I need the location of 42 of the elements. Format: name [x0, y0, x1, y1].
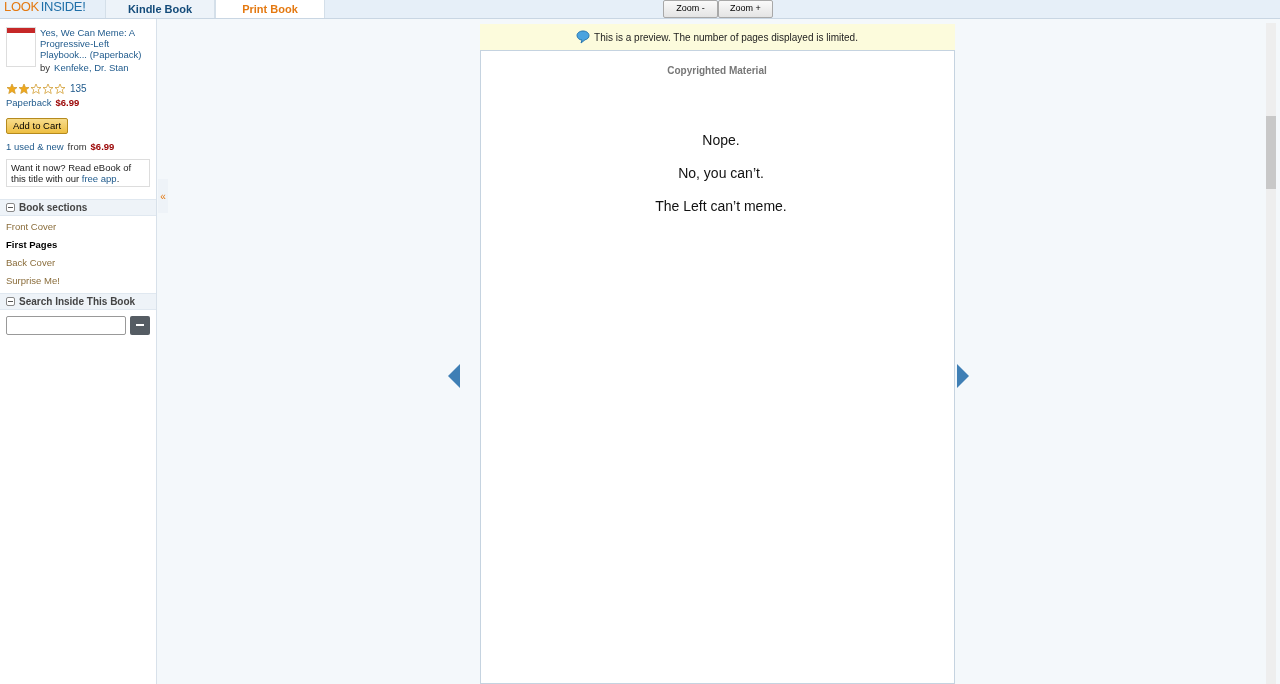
page-header: Copyrighted Material — [667, 64, 767, 78]
preview-notice: This is a preview. The number of pages displayed is limited. — [594, 30, 858, 45]
page-text-line: No, you can’t. — [678, 164, 764, 183]
speech-bubble-icon — [576, 30, 591, 44]
tab[interactable]: Kindle Book — [105, 0, 215, 18]
section-link[interactable]: Surprise Me! — [6, 274, 150, 289]
book-title-link[interactable]: Yes, We Can Meme: A Progressive-Left Playbook... (Paperback) — [40, 27, 150, 60]
free-app-link[interactable]: free app — [81, 172, 117, 184]
collapse-icon[interactable] — [6, 202, 15, 212]
section-link[interactable]: First Pages — [6, 237, 150, 252]
price: $6.99 — [55, 96, 80, 110]
offers-from-label: from — [67, 140, 87, 155]
book-cover-thumbnail[interactable] — [6, 27, 36, 67]
page-text-line: The Left can’t meme. — [655, 197, 787, 216]
offers-link[interactable]: 1 used & new — [6, 140, 64, 155]
section-link[interactable]: Front Cover — [6, 219, 150, 234]
empty-star-icon — [30, 82, 42, 95]
review-count-link[interactable]: 135 — [70, 81, 87, 96]
by-label: by — [40, 62, 51, 73]
offers-price: $6.99 — [90, 140, 115, 155]
add-to-cart-button[interactable]: Add to Cart — [6, 118, 69, 135]
search-field[interactable] — [6, 315, 126, 335]
section-heading: Search Inside This Book — [19, 294, 136, 309]
zoom-button[interactable]: Zoom - — [663, 0, 718, 18]
search-button[interactable] — [130, 315, 150, 335]
filled-star-icon — [18, 82, 30, 95]
author-link[interactable]: Kenfeke, Dr. Stan — [54, 62, 129, 73]
filled-star-icon — [6, 82, 18, 95]
page-text-line: Nope. — [702, 131, 740, 150]
section-heading: Book sections — [19, 200, 88, 215]
empty-star-icon — [54, 82, 66, 95]
format-link[interactable]: Paperback — [6, 96, 52, 111]
section-link[interactable]: Back Cover — [6, 256, 150, 271]
scrollbar-thumb[interactable] — [1266, 116, 1276, 189]
collapse-icon[interactable] — [6, 296, 15, 306]
scrollbar[interactable] — [1266, 23, 1276, 684]
look-inside-logo: LOOK INSIDE! — [3, 0, 87, 16]
empty-star-icon — [42, 82, 54, 95]
previous-page-arrow-icon[interactable] — [448, 364, 460, 388]
next-page-arrow-icon[interactable] — [957, 364, 969, 388]
ebook-note: Want it now? Read eBook of this title with our free app. — [6, 158, 150, 187]
zoom-button[interactable]: Zoom + — [718, 0, 773, 18]
